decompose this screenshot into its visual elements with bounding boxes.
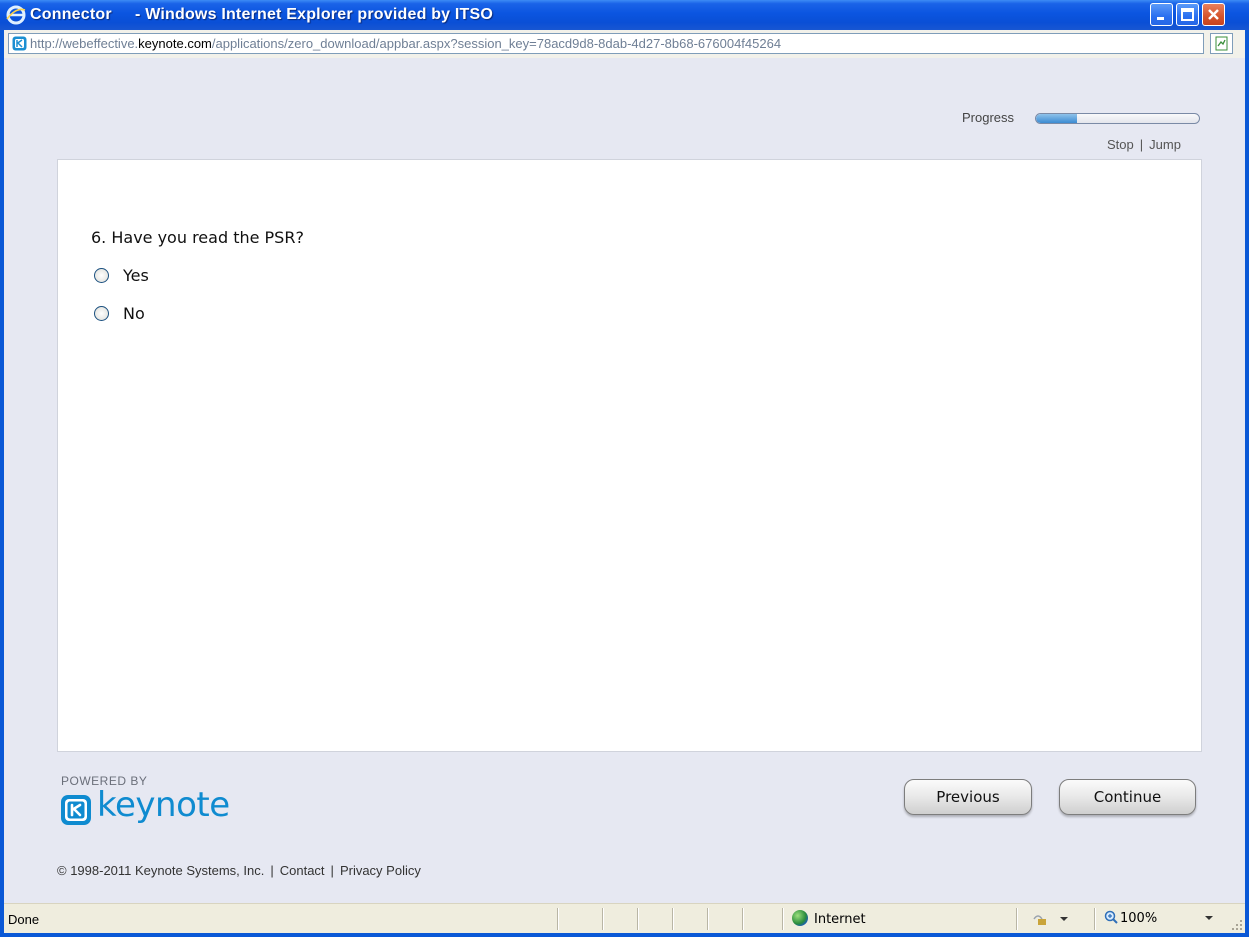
status-divider	[1016, 908, 1017, 930]
status-divider	[557, 908, 558, 930]
copyright-text: © 1998-2011 Keynote Systems, Inc.	[57, 863, 265, 878]
radio-no[interactable]	[94, 306, 109, 321]
question-panel: 6. Have you read the PSR? Yes No	[57, 159, 1202, 752]
contact-link[interactable]: Contact	[280, 863, 325, 878]
status-divider	[707, 908, 708, 930]
close-button[interactable]	[1202, 3, 1225, 26]
window-title: Connector - Windows Internet Explorer pr…	[30, 6, 494, 23]
zoom-control[interactable]: 100%	[1104, 910, 1157, 926]
page-content: Progress Stop | Jump 6. Have you read the …	[4, 58, 1245, 903]
footer-separator: |	[330, 863, 334, 878]
url-text: http://webeffective.keynote.com/applicat…	[30, 36, 782, 51]
privacy-policy-link[interactable]: Privacy Policy	[340, 863, 421, 878]
zoom-dropdown-icon[interactable]	[1204, 914, 1214, 922]
compatibility-icon	[1215, 36, 1228, 51]
radio-yes[interactable]	[94, 268, 109, 283]
status-divider	[782, 908, 783, 930]
maximize-button[interactable]	[1176, 3, 1199, 26]
continue-button[interactable]: Continue	[1059, 779, 1196, 815]
jump-link[interactable]: Jump	[1149, 137, 1181, 152]
minimize-button[interactable]	[1150, 3, 1173, 26]
question-text: 6. Have you read the PSR?	[91, 228, 304, 247]
option-label-no: No	[123, 304, 145, 323]
status-text: Done	[8, 912, 40, 927]
status-divider	[602, 908, 603, 930]
session-links: Stop | Jump	[1107, 137, 1181, 152]
previous-button[interactable]: Previous	[904, 779, 1032, 815]
resize-grip-icon[interactable]	[1231, 919, 1243, 931]
option-no[interactable]: No	[94, 304, 145, 323]
globe-icon	[792, 910, 808, 926]
title-bar[interactable]: Connector - Windows Internet Explorer pr…	[0, 0, 1249, 30]
status-divider	[672, 908, 673, 930]
maximize-icon	[1181, 8, 1194, 21]
security-zone[interactable]: Internet	[792, 910, 866, 927]
address-bar: http://webeffective.keynote.com/applicat…	[4, 30, 1245, 58]
logo-wordmark: keynote	[97, 785, 230, 825]
keynote-favicon-icon	[12, 36, 27, 51]
status-divider	[637, 908, 638, 930]
status-divider	[742, 908, 743, 930]
footer-separator: |	[270, 863, 274, 878]
close-icon	[1208, 9, 1219, 20]
status-divider	[1094, 908, 1095, 930]
minimize-icon	[1157, 17, 1164, 20]
link-separator: |	[1139, 137, 1144, 152]
keynote-logo-icon	[61, 795, 91, 825]
option-yes[interactable]: Yes	[94, 266, 149, 285]
url-field[interactable]: http://webeffective.keynote.com/applicat…	[8, 33, 1204, 54]
compatibility-view-button[interactable]	[1210, 33, 1233, 54]
option-label-yes: Yes	[123, 266, 149, 285]
protected-mode-icon[interactable]	[1030, 911, 1072, 927]
internet-explorer-icon	[6, 5, 26, 25]
footer: © 1998-2011 Keynote Systems, Inc. | Contac…	[57, 863, 421, 878]
stop-link[interactable]: Stop	[1107, 137, 1134, 152]
progress-label: Progress	[962, 110, 1015, 125]
progress-bar	[1035, 113, 1200, 124]
keynote-logo: keynote	[60, 785, 270, 833]
zoom-icon	[1104, 910, 1118, 924]
status-bar: Done Internet 100%	[4, 903, 1245, 933]
progress-fill	[1036, 114, 1077, 123]
browser-window: Connector - Windows Internet Explorer pr…	[0, 0, 1249, 937]
